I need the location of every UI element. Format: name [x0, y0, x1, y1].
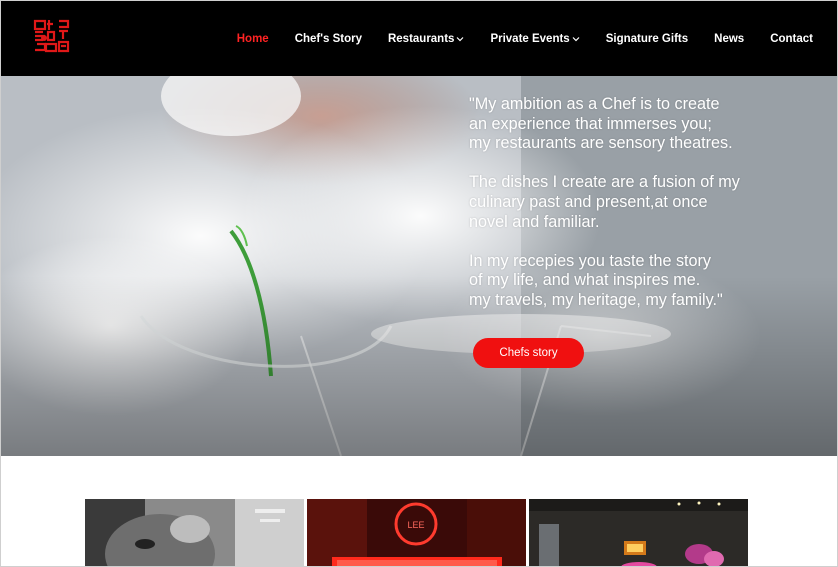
chef-portrait-image	[85, 499, 304, 566]
main-menu: Home Chef's Story Restaurants Private Ev…	[224, 31, 813, 47]
thumbnail-dining-room[interactable]	[529, 499, 748, 566]
restaurant-neon-image: LEE	[307, 499, 526, 566]
nav-item-label: Restaurants	[387, 33, 455, 45]
nav-item-label: Chef's Story	[294, 33, 362, 45]
page: Home Chef's Story Restaurants Private Ev…	[0, 0, 838, 567]
nav-item-news[interactable]: News	[701, 31, 757, 47]
quote-paragraph: In my recepies you taste the story of my…	[469, 251, 723, 309]
nav-item-label: Private Events	[490, 33, 570, 45]
nav-item-contact[interactable]: Contact	[757, 31, 813, 47]
quote-paragraph: The dishes I create are a fusion of my c…	[469, 173, 740, 231]
nav-item-restaurants[interactable]: Restaurants	[375, 31, 477, 47]
top-navigation: Home Chef's Story Restaurants Private Ev…	[1, 1, 837, 76]
chefs-story-button[interactable]: Chefs story	[473, 338, 584, 368]
nav-item-label: News	[714, 33, 745, 45]
featured-thumbnails: LEE	[85, 499, 749, 566]
thumbnail-restaurant[interactable]: LEE	[307, 499, 526, 566]
nav-item-label: Home	[236, 33, 269, 45]
neon-sign-text: LEE	[407, 520, 424, 530]
nav-item-signature-gifts[interactable]: Signature Gifts	[593, 31, 701, 47]
hero-banner: "My ambition as a Chef is to create an e…	[1, 76, 837, 456]
chevron-down-icon	[457, 37, 464, 42]
nav-item-home[interactable]: Home	[224, 31, 282, 47]
chef-quote: "My ambition as a Chef is to create an e…	[469, 95, 829, 330]
nav-item-label: Signature Gifts	[605, 33, 689, 45]
nav-item-label: Contact	[770, 33, 813, 45]
nav-item-private-events[interactable]: Private Events	[477, 31, 592, 47]
dining-room-image	[529, 499, 748, 566]
brand-logo-icon[interactable]	[32, 18, 70, 54]
chevron-down-icon	[572, 37, 580, 42]
quote-paragraph: "My ambition as a Chef is to create an e…	[469, 95, 733, 153]
nav-item-chefs-story[interactable]: Chef's Story	[282, 31, 375, 47]
thumbnail-chef-portrait[interactable]	[85, 499, 304, 566]
